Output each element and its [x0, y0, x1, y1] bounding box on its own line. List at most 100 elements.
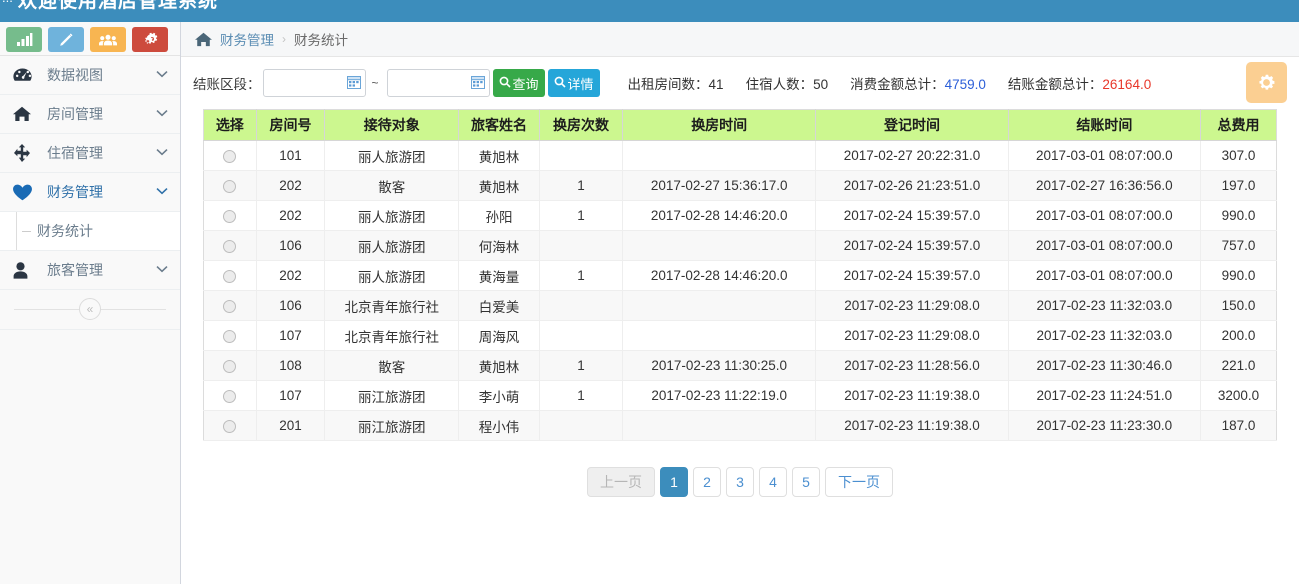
settings-gear-button[interactable] — [1246, 62, 1287, 103]
table-row[interactable]: 202 丽人旅游团 孙阳 1 2017-02-28 14:46:20.0 2017-02-… — [203, 200, 1277, 231]
td-select — [203, 380, 257, 411]
td-reg-time: 2017-02-23 11:29:08.0 — [815, 290, 1009, 321]
pagination-page-4[interactable]: 4 — [759, 467, 787, 497]
td-swap-time: 2017-02-28 14:46:20.0 — [622, 260, 817, 291]
td-swap-count — [539, 320, 624, 351]
row-radio[interactable] — [223, 299, 237, 313]
td-reg-time: 2017-02-24 15:39:57.0 — [815, 260, 1009, 291]
pagination-prev[interactable]: 上一页 — [587, 467, 655, 497]
pencil-icon-button[interactable] — [48, 27, 84, 52]
td-target: 北京青年旅行社 — [324, 290, 460, 321]
td-settle-time: 2017-02-23 11:32:03.0 — [1008, 320, 1202, 351]
row-radio[interactable] — [223, 419, 237, 433]
chart-icon — [16, 33, 32, 46]
td-swap-count: 1 — [539, 170, 624, 201]
stat-label: 消费金额总计： — [850, 77, 945, 92]
table-row[interactable]: 106 丽人旅游团 何海林 2017-02-24 15:39:57.0 2017-03-… — [203, 230, 1277, 261]
chevron-down-icon — [156, 147, 168, 159]
td-reg-time: 2017-02-23 11:28:56.0 — [815, 350, 1009, 381]
table-row[interactable]: 106 北京青年旅行社 白爱美 2017-02-23 11:29:08.0 2017-0… — [203, 290, 1277, 321]
td-room-number: 108 — [256, 350, 326, 381]
table-container: 选择 房间号 接待对象 旅客姓名 换房次数 换房时间 登记时间 结账时间 总费用… — [181, 109, 1299, 497]
title-dots: ... — [2, 0, 13, 5]
chevron-down-icon — [156, 69, 168, 81]
row-radio[interactable] — [223, 209, 237, 223]
table-row[interactable]: 108 散客 黄旭林 1 2017-02-23 11:30:25.0 2017-02-23… — [203, 350, 1277, 381]
table-row[interactable]: 107 北京青年旅行社 周海风 2017-02-23 11:29:08.0 2017-0… — [203, 320, 1277, 351]
td-total-fee: 307.0 — [1200, 140, 1277, 171]
td-total-fee: 197.0 — [1200, 170, 1277, 201]
stat-label: 住宿人数： — [745, 77, 814, 92]
td-guest-name: 周海风 — [458, 320, 541, 351]
td-select — [203, 260, 257, 291]
search-icon — [554, 76, 566, 91]
td-target: 丽人旅游团 — [324, 140, 460, 171]
summary-stats: 出租房间数：41 住宿人数：50 消费金额总计：4759.0 结账金额总计：26… — [628, 73, 1152, 93]
stat-consumption-total: 消费金额总计：4759.0 — [850, 73, 986, 93]
table-row[interactable]: 202 丽人旅游团 黄海量 1 2017-02-28 14:46:20.0 2017-02… — [203, 260, 1277, 291]
row-radio[interactable] — [223, 269, 237, 283]
gears-icon-button[interactable] — [132, 27, 168, 52]
sidebar-subitem-finance-statistics[interactable]: 财务统计 — [0, 212, 180, 251]
sidebar-collapse-button[interactable]: « — [79, 298, 101, 320]
row-radio[interactable] — [223, 359, 237, 373]
users-icon-button[interactable] — [90, 27, 126, 52]
chevron-down-icon — [156, 264, 168, 276]
td-target: 丽江旅游团 — [324, 410, 460, 441]
chart-icon-button[interactable] — [6, 27, 42, 52]
th-swap-count: 换房次数 — [539, 109, 624, 141]
pagination-next[interactable]: 下一页 — [825, 467, 893, 497]
date-from-wrapper[interactable] — [262, 69, 366, 97]
th-target: 接待对象 — [324, 109, 460, 141]
table-row[interactable]: 101 丽人旅游团 黄旭林 2017-02-27 20:22:31.0 2017-03-… — [203, 140, 1277, 171]
date-to-wrapper[interactable] — [386, 69, 490, 97]
table-row[interactable]: 201 丽江旅游团 程小伟 2017-02-23 11:19:38.0 2017-02-… — [203, 410, 1277, 441]
row-radio[interactable] — [223, 329, 237, 343]
pagination: 上一页 1 2 3 4 5 下一页 — [203, 467, 1277, 497]
table-row[interactable]: 202 散客 黄旭林 1 2017-02-27 15:36:17.0 2017-02-26… — [203, 170, 1277, 201]
main-content: 财务管理 › 财务统计 结账区段： ~ 查询 详情 出租房间数：41 住宿人数：… — [181, 22, 1299, 584]
row-radio[interactable] — [223, 239, 237, 253]
pagination-page-3[interactable]: 3 — [726, 467, 754, 497]
row-radio[interactable] — [223, 179, 237, 193]
stat-value: 26164.0 — [1102, 77, 1152, 92]
sidebar-item-finance-management[interactable]: 财务管理 — [0, 173, 180, 212]
th-swap-time: 换房时间 — [622, 109, 817, 141]
stat-guest-count: 住宿人数：50 — [746, 73, 829, 93]
table-row[interactable]: 107 丽江旅游团 李小萌 1 2017-02-23 11:22:19.0 2017-02… — [203, 380, 1277, 411]
td-room-number: 107 — [256, 320, 326, 351]
app-root: ... 欢迎使用酒店管理系统 — [0, 0, 1299, 584]
detail-button[interactable]: 详情 — [547, 69, 600, 97]
breadcrumb-current: 财务统计 — [294, 33, 348, 48]
td-reg-time: 2017-02-24 15:39:57.0 — [815, 200, 1009, 231]
td-swap-time — [622, 290, 817, 321]
breadcrumb-parent[interactable]: 财务管理 — [220, 29, 274, 49]
query-button[interactable]: 查询 — [492, 69, 545, 97]
pagination-page-1[interactable]: 1 — [660, 467, 688, 497]
th-reg-time: 登记时间 — [815, 109, 1009, 141]
td-guest-name: 黄旭林 — [458, 140, 541, 171]
user-icon — [13, 261, 37, 279]
move-icon — [13, 144, 37, 162]
td-swap-count — [539, 230, 624, 261]
sidebar-item-guest-management[interactable]: 旅客管理 — [0, 251, 180, 290]
td-settle-time: 2017-03-01 08:07:00.0 — [1008, 200, 1202, 231]
sidebar-item-label: 财务管理 — [47, 184, 103, 200]
home-icon — [195, 32, 212, 47]
sidebar-item-data-view[interactable]: 数据视图 — [0, 56, 180, 95]
pagination-page-5[interactable]: 5 — [792, 467, 820, 497]
sidebar-item-stay-management[interactable]: 住宿管理 — [0, 134, 180, 173]
row-radio[interactable] — [223, 149, 237, 163]
th-select: 选择 — [203, 109, 257, 141]
td-swap-count — [539, 290, 624, 321]
td-select — [203, 170, 257, 201]
row-radio[interactable] — [223, 389, 237, 403]
app-title: 欢迎使用酒店管理系统 — [18, 0, 219, 12]
td-target: 丽人旅游团 — [324, 200, 460, 231]
tree-dash-icon — [22, 230, 31, 232]
sidebar-item-room-management[interactable]: 房间管理 — [0, 95, 180, 134]
pagination-page-2[interactable]: 2 — [693, 467, 721, 497]
sidebar-item-label: 房间管理 — [47, 106, 103, 122]
td-room-number: 202 — [256, 260, 326, 291]
stat-value: 50 — [813, 77, 829, 92]
